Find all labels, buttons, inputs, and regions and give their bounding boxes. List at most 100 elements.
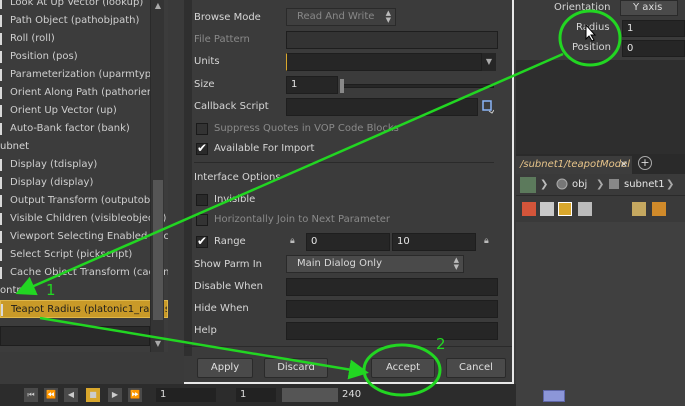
callback-label: Callback Script (194, 101, 269, 112)
add-tab-icon[interactable]: + (638, 156, 652, 170)
parameter-list-item[interactable]: Orient Up Vector (up) (0, 102, 168, 120)
tab-network-path[interactable]: /subnet1/teapotModel × (516, 156, 632, 174)
parameter-list-item-label: Path Object (pathobjpath) (10, 15, 140, 26)
available-import-checkbox[interactable]: ✔ (196, 141, 208, 155)
hide-when-label: Hide When (194, 303, 249, 314)
step-number-2: 2 (436, 335, 446, 353)
parameter-list-item[interactable]: Select Script (pickscript) (0, 246, 168, 264)
start-frame-field[interactable]: 1 (156, 388, 216, 402)
show-parm-in-value: Main Dialog Only (297, 258, 382, 269)
notes-icon[interactable] (632, 202, 646, 216)
hide-when-field[interactable] (286, 300, 498, 318)
left-panel-input[interactable] (0, 326, 150, 346)
orientation-select[interactable]: Y axis (620, 0, 678, 16)
range-min-field[interactable]: 0 (306, 233, 390, 251)
network-node[interactable] (543, 390, 565, 402)
stop-icon[interactable]: ■ (86, 388, 100, 402)
browse-mode-select[interactable]: Read And Write ▲ ▼ (286, 8, 396, 26)
parameter-list-item[interactable]: Roll (roll) (0, 30, 168, 48)
grid-view-icon[interactable] (578, 202, 592, 216)
help-label: Help (194, 325, 217, 336)
parameter-list-item[interactable]: Teapot Radius (platonic1_radius) (0, 300, 168, 318)
parameter-list-item[interactable]: Display (tdisplay) (0, 156, 168, 174)
lock-icon[interactable]: 🔒︎ (290, 236, 295, 246)
scroll-thumb[interactable] (153, 180, 163, 320)
folder-item[interactable]: ubnet (0, 138, 168, 156)
parameter-list-item-label: Display (tdisplay) (10, 159, 98, 170)
size-slider-track[interactable] (342, 84, 494, 88)
end-frame-field[interactable]: 240 (342, 388, 382, 402)
disable-when-field[interactable] (286, 278, 498, 296)
accept-button[interactable]: Accept (371, 358, 435, 378)
parameter-list-scrollbar[interactable]: ▲ ▼ (150, 0, 164, 352)
suppress-quotes-checkbox[interactable] (196, 123, 208, 135)
lock-icon[interactable]: 🔒︎ (484, 236, 489, 246)
parameter-list-item[interactable]: Display (display) (0, 174, 168, 192)
list-view-icon[interactable] (540, 202, 554, 216)
range-max-field[interactable]: 10 (392, 233, 476, 251)
help-field[interactable] (286, 322, 498, 340)
parameter-list-item[interactable]: Orient Along Path (pathorient) (0, 84, 168, 102)
parameter-list-item-label: Auto-Bank factor (bank) (10, 123, 130, 134)
parameter-type-icon (0, 159, 6, 171)
size-field[interactable]: 1 (286, 76, 338, 94)
callback-language-icon[interactable] (482, 100, 495, 114)
step-back-icon[interactable]: ⏪ (44, 388, 58, 402)
crumb-obj[interactable]: obj (572, 177, 587, 193)
invisible-checkbox[interactable] (196, 194, 208, 206)
network-box-icon[interactable] (652, 202, 666, 216)
callback-field[interactable] (286, 98, 478, 116)
units-field[interactable] (286, 53, 482, 71)
parameter-list-item[interactable]: Parameterization (uparmtype) (0, 66, 168, 84)
parameter-list-item[interactable]: Look At Up Vector (lookup) (0, 0, 168, 12)
step-forward-icon[interactable]: ⏩ (128, 388, 142, 402)
parameter-list-item-label: Visible Children (visibleobjects) (10, 213, 167, 224)
jump-start-icon[interactable]: ⏮ (24, 388, 38, 402)
parameter-list-item[interactable]: Output Transform (outputobj) (0, 192, 168, 210)
parameter-list-item[interactable]: Cache Object Transform (cachin (0, 264, 168, 282)
crumb-subnet[interactable]: subnet1 (624, 177, 665, 193)
parameter-list-item[interactable]: Auto-Bank factor (bank) (0, 120, 168, 138)
parameter-list-item-label: Look At Up Vector (lookup) (10, 0, 144, 8)
play-icon[interactable]: ▶ (108, 388, 122, 402)
current-frame-field[interactable]: 1 (236, 388, 276, 402)
scroll-down-icon[interactable]: ▼ (152, 338, 164, 350)
file-pattern-field (286, 31, 498, 49)
position-field[interactable]: 0 (622, 40, 685, 57)
dialog-scrollbar[interactable] (184, 0, 192, 356)
network-editor-area[interactable] (516, 222, 685, 406)
play-reverse-icon[interactable]: ◀ (64, 388, 78, 402)
playbar: ⏮ ⏪ ◀ ■ ▶ ⏩ 1 1 240 (0, 384, 516, 406)
button-divider (184, 346, 512, 347)
parameter-list-item-label: Viewport Selecting Enabled (pick (10, 231, 168, 242)
units-label: Units (194, 56, 220, 67)
tool-icon-red[interactable] (522, 202, 536, 216)
parameter-type-icon (0, 123, 6, 135)
parameter-list-item[interactable]: Position (pos) (0, 48, 168, 66)
range-checkbox[interactable]: ✔ (196, 234, 208, 248)
back-icon[interactable] (520, 177, 536, 193)
close-icon[interactable]: × (620, 156, 628, 174)
join-next-checkbox[interactable] (196, 214, 208, 226)
folder-item[interactable]: ontrols (0, 282, 168, 300)
parameter-list-item[interactable]: Visible Children (visibleobjects) (0, 210, 168, 228)
size-slider-handle[interactable] (340, 79, 344, 93)
forward-arrow-icon[interactable]: ❯ (540, 177, 554, 193)
radius-field[interactable]: 1 (622, 20, 685, 37)
timeline-scrubber[interactable] (282, 388, 338, 402)
discard-button[interactable]: Discard (264, 358, 328, 378)
join-next-label: Horizontally Join to Next Parameter (214, 214, 391, 225)
invisible-label: Invisible (214, 194, 256, 205)
tree-view-icon[interactable] (558, 202, 572, 216)
parameter-list-item[interactable]: Path Object (pathobjpath) (0, 12, 168, 30)
pane-tab-bar: /subnet1/teapotModel × + (516, 154, 685, 174)
apply-button[interactable]: Apply (197, 358, 253, 378)
parameter-list-item[interactable]: Viewport Selecting Enabled (pick (0, 228, 168, 246)
orientation-label: Orientation (554, 2, 611, 13)
show-parm-in-select[interactable]: Main Dialog Only ▲ ▼ (286, 255, 464, 273)
units-dropdown-icon[interactable]: ▼ (482, 53, 496, 71)
parameter-list-item-label: Display (display) (10, 177, 94, 188)
parameter-list-item-label: Output Transform (outputobj) (10, 195, 157, 206)
scroll-up-icon[interactable]: ▲ (152, 0, 164, 12)
cancel-button[interactable]: Cancel (446, 358, 506, 378)
